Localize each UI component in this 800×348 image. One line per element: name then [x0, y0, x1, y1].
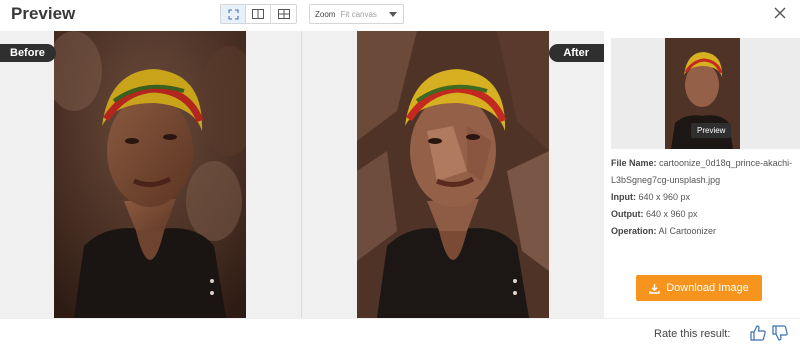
operation-value: AI Cartoonizer: [658, 226, 717, 236]
close-icon[interactable]: [772, 5, 788, 21]
output-label: Output:: [611, 209, 644, 219]
footer-bar: Rate this result:: [0, 318, 800, 348]
input-row: Input: 640 x 960 px: [611, 189, 797, 206]
chevron-down-icon: [389, 12, 397, 17]
view-mode-toggle: [220, 4, 297, 24]
grid-view-icon: [277, 9, 290, 19]
operation-label: Operation:: [611, 226, 657, 236]
split-view-icon: [252, 9, 264, 19]
before-image: [54, 31, 246, 318]
before-pane: Before: [0, 31, 301, 318]
zoom-value: Fit canvas: [340, 9, 377, 19]
download-image-button[interactable]: Download Image: [636, 275, 762, 301]
after-tag: After: [549, 44, 604, 62]
download-icon: [649, 283, 660, 294]
sidebar: Preview File Name: cartoonize_0d18q_prin…: [604, 31, 800, 318]
split-view-button[interactable]: [246, 5, 271, 23]
download-label: Download Image: [666, 282, 749, 294]
thumbs-down-icon[interactable]: [771, 324, 789, 342]
operation-row: Operation: AI Cartoonizer: [611, 223, 797, 240]
output-value: 640 x 960 px: [646, 209, 698, 219]
input-label: Input:: [611, 192, 636, 202]
file-name-label: File Name:: [611, 158, 657, 168]
after-pane: After: [302, 31, 604, 318]
file-name-row: File Name: cartoonize_0d18q_prince-akach…: [611, 155, 797, 189]
compare-canvas: Before After: [0, 31, 604, 318]
zoom-label: Zoom: [315, 9, 336, 19]
thumbs-up-icon[interactable]: [749, 324, 767, 342]
input-value: 640 x 960 px: [638, 192, 691, 202]
fit-screen-icon: [227, 8, 239, 20]
grid-view-button[interactable]: [271, 5, 296, 23]
preview-button[interactable]: Preview: [691, 123, 732, 138]
thumbnail-box: Preview: [611, 38, 800, 149]
fit-screen-button[interactable]: [221, 5, 246, 23]
file-info: File Name: cartoonize_0d18q_prince-akach…: [611, 155, 797, 240]
zoom-select[interactable]: Zoom Fit canvas: [309, 4, 404, 24]
output-row: Output: 640 x 960 px: [611, 206, 797, 223]
header-bar: Preview Zoom Fit canvas: [0, 0, 800, 30]
before-tag: Before: [0, 44, 56, 62]
page-title: Preview: [11, 4, 76, 23]
rate-label: Rate this result:: [654, 328, 731, 340]
after-image: [357, 31, 549, 318]
